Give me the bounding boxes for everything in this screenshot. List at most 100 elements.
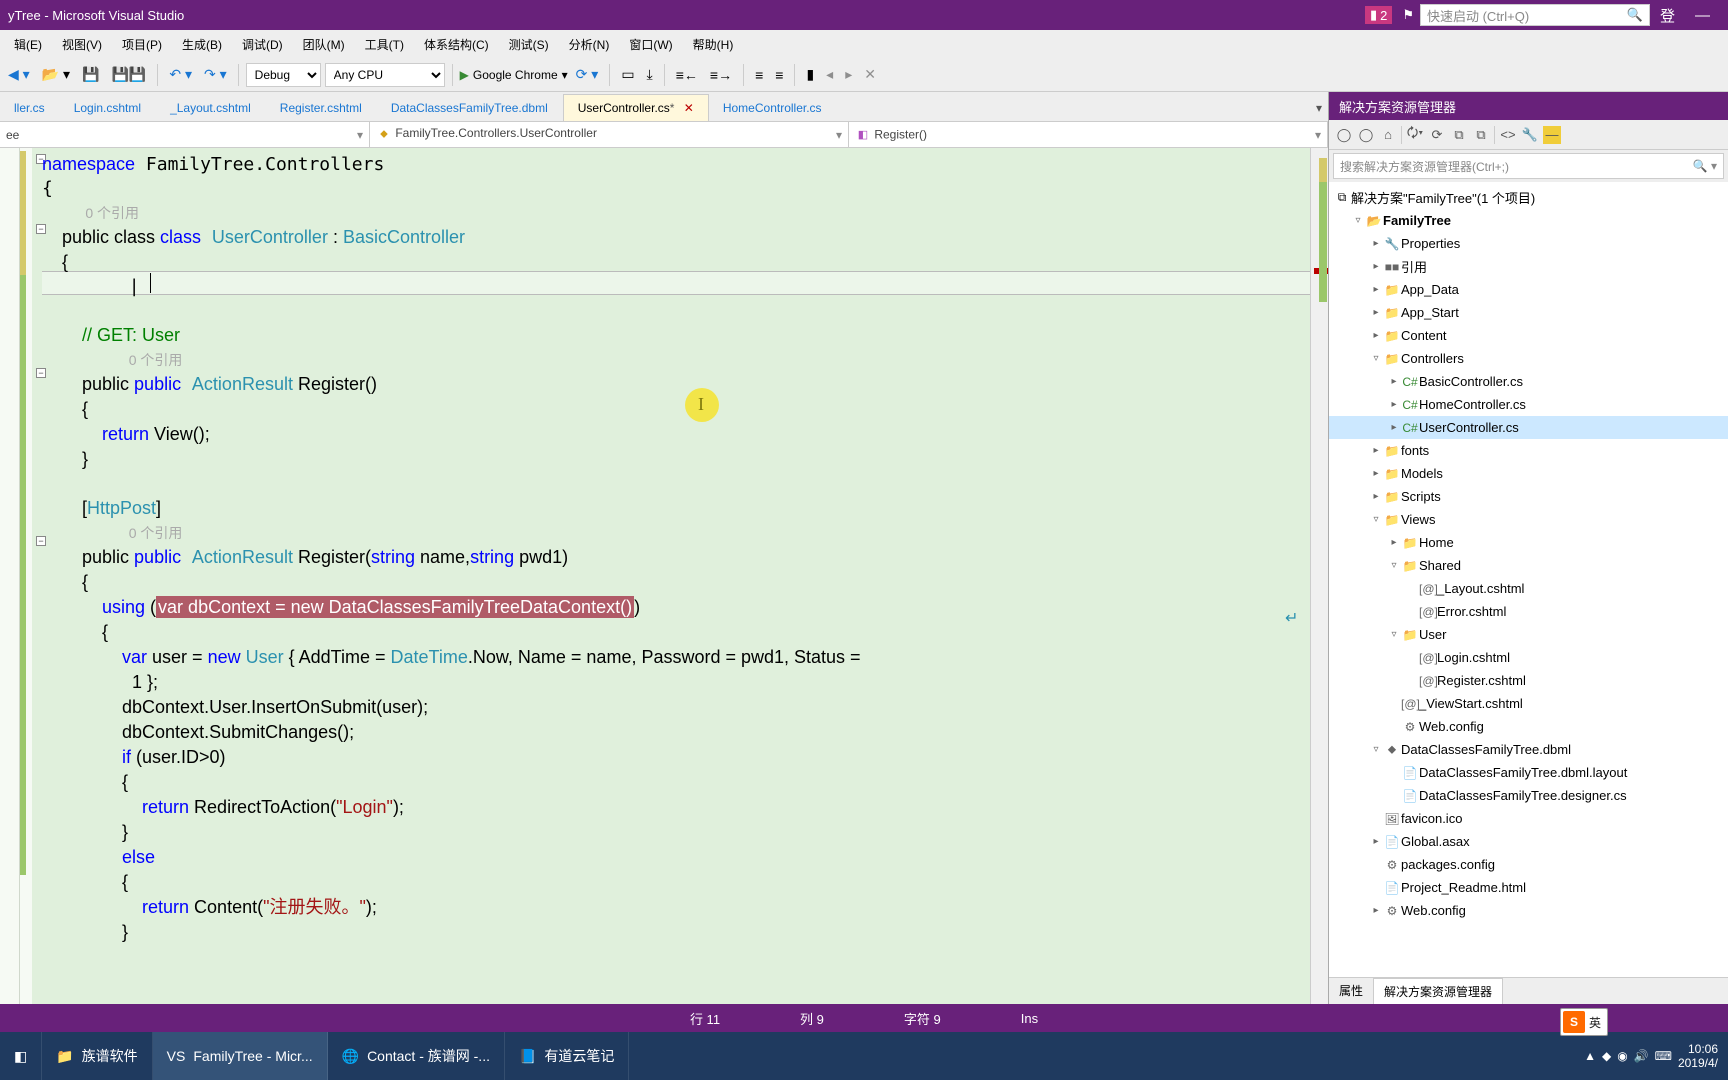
tree-item[interactable]: ▸📁Models	[1329, 462, 1728, 485]
menu-item[interactable]: 项目(P)	[112, 32, 172, 57]
minimize-button[interactable]: —	[1685, 7, 1720, 24]
solution-search-input[interactable]: 搜索解决方案资源管理器(Ctrl+;)🔍 ▾	[1333, 153, 1724, 179]
notification-badge[interactable]: ▮2	[1365, 6, 1392, 24]
highlight-active-icon[interactable]: —	[1543, 126, 1561, 144]
tree-item[interactable]: ▸🔧Properties	[1329, 232, 1728, 255]
tree-item[interactable]: ▸⚙Web.config	[1329, 899, 1728, 922]
editor-tab[interactable]: DataClassesFamilyTree.dbml	[377, 95, 563, 121]
tray-sound-icon[interactable]: 🔊	[1634, 1049, 1649, 1063]
tree-item[interactable]: ▸📁fonts	[1329, 439, 1728, 462]
code-icon[interactable]: <>	[1499, 126, 1517, 144]
solution-root[interactable]: ⧉解决方案"FamilyTree"(1 个项目)	[1329, 186, 1728, 209]
menu-item[interactable]: 帮助(H)	[683, 32, 744, 57]
tree-item[interactable]: ·[@]Error.cshtml	[1329, 600, 1728, 623]
tree-item[interactable]: ·🖼favicon.ico	[1329, 807, 1728, 830]
tree-item[interactable]: ▸📁Scripts	[1329, 485, 1728, 508]
menu-item[interactable]: 视图(V)	[52, 32, 112, 57]
tree-item[interactable]: ▿📁Shared	[1329, 554, 1728, 577]
tab-overflow-button[interactable]: ▾	[1310, 95, 1328, 121]
bm-prev-icon[interactable]: ◂	[822, 64, 837, 85]
tree-item[interactable]: ▿📂FamilyTree	[1329, 209, 1728, 232]
uncomment-icon[interactable]: ≡	[771, 65, 787, 85]
sync-icon[interactable]: 🗘▾	[1406, 126, 1424, 144]
bm-clear-icon[interactable]: ✕	[860, 64, 880, 85]
tree-item[interactable]: ▸📁App_Data	[1329, 278, 1728, 301]
tree-item[interactable]: ·[@]Login.cshtml	[1329, 646, 1728, 669]
editor-tab[interactable]: ller.cs	[0, 95, 60, 121]
taskbar-item[interactable]: 📘有道云笔记	[505, 1032, 629, 1080]
bookmark-icon[interactable]: ▮	[802, 64, 818, 85]
tree-item[interactable]: ▸📁App_Start	[1329, 301, 1728, 324]
tree-item[interactable]: ·[@]Register.cshtml	[1329, 669, 1728, 692]
menu-item[interactable]: 测试(S)	[499, 32, 559, 57]
tray-net-icon[interactable]: ◆	[1602, 1049, 1611, 1063]
tab-properties[interactable]: 属性	[1329, 978, 1373, 1004]
tray-clock[interactable]: 10:062019/4/	[1678, 1042, 1718, 1070]
editor-tab[interactable]: UserController.cs* ✕	[563, 94, 709, 122]
menu-item[interactable]: 团队(M)	[293, 32, 355, 57]
undo-button[interactable]: ↶ ▾	[165, 64, 196, 85]
collapse-icon[interactable]: ⧉	[1450, 126, 1468, 144]
tree-item[interactable]: ·⚙packages.config	[1329, 853, 1728, 876]
start-button[interactable]: ◧	[0, 1032, 42, 1080]
menu-item[interactable]: 调试(D)	[232, 32, 293, 57]
tree-item[interactable]: ▸■■引用	[1329, 255, 1728, 278]
home-icon[interactable]: ⌂	[1379, 126, 1397, 144]
code-editor[interactable]: − − − − ↵ namespace FamilyTree.Controlle…	[0, 148, 1328, 1004]
step-over-icon[interactable]: ⤓	[643, 64, 657, 85]
refresh-icon[interactable]: ⟳ ▾	[572, 64, 603, 85]
tree-item[interactable]: ▸📁Content	[1329, 324, 1728, 347]
fwd-icon[interactable]: ◯	[1357, 126, 1375, 144]
indent-less-icon[interactable]: ≡←	[672, 65, 702, 85]
comment-icon[interactable]: ≡	[751, 65, 767, 85]
nav-member-combo[interactable]: ◧ Register()▾	[849, 122, 1328, 147]
quick-launch-input[interactable]: 快速启动 (Ctrl+Q) 🔍	[1420, 4, 1650, 26]
taskbar-item[interactable]: VSFamilyTree - Micr...	[153, 1032, 328, 1080]
editor-tab[interactable]: HomeController.cs	[709, 95, 837, 121]
nav-project-combo[interactable]: ee▾	[0, 122, 370, 147]
back-icon[interactable]: ◯	[1335, 126, 1353, 144]
tree-item[interactable]: ▸📁Home	[1329, 531, 1728, 554]
editor-tab[interactable]: Login.cshtml	[60, 95, 156, 121]
login-button[interactable]: 登	[1650, 5, 1685, 26]
tree-item[interactable]: ▸C#UserController.cs	[1329, 416, 1728, 439]
tree-item[interactable]: ▸📄Global.asax	[1329, 830, 1728, 853]
tree-item[interactable]: ▿📁Views	[1329, 508, 1728, 531]
tree-item[interactable]: ·⚙Web.config	[1329, 715, 1728, 738]
save-all-button[interactable]: 💾💾	[107, 64, 150, 85]
properties-icon[interactable]: 🔧	[1521, 126, 1539, 144]
tree-item[interactable]: ▸C#BasicController.cs	[1329, 370, 1728, 393]
step-icon[interactable]: ▭	[617, 64, 638, 85]
editor-tab[interactable]: Register.cshtml	[266, 95, 377, 121]
bm-next-icon[interactable]: ▸	[841, 64, 856, 85]
editor-tab[interactable]: _Layout.cshtml	[156, 95, 266, 121]
solution-tree[interactable]: ⧉解决方案"FamilyTree"(1 个项目) ▿📂FamilyTree▸🔧P…	[1329, 182, 1728, 977]
platform-dropdown[interactable]: Any CPU	[325, 63, 445, 87]
nav-class-combo[interactable]: ⬥ FamilyTree.Controllers.UserController▾	[370, 122, 849, 147]
tree-item[interactable]: ▿⬥DataClassesFamilyTree.dbml	[1329, 738, 1728, 761]
taskbar-item[interactable]: 📁族谱软件	[42, 1032, 152, 1080]
tree-item[interactable]: ·[@]_ViewStart.cshtml	[1329, 692, 1728, 715]
redo-button[interactable]: ↷ ▾	[200, 64, 231, 85]
tree-item[interactable]: ·📄Project_Readme.html	[1329, 876, 1728, 899]
menu-item[interactable]: 辑(E)	[4, 32, 52, 57]
taskbar-item[interactable]: 🌐Contact - 族谱网 -...	[328, 1032, 505, 1080]
refresh-icon[interactable]: ⟳	[1428, 126, 1446, 144]
menu-item[interactable]: 生成(B)	[172, 32, 232, 57]
run-button[interactable]: ▶ Google Chrome ▾	[460, 68, 568, 82]
menu-item[interactable]: 分析(N)	[559, 32, 620, 57]
tree-item[interactable]: ·[@]_Layout.cshtml	[1329, 577, 1728, 600]
back-button[interactable]: ◀ ▾	[4, 64, 34, 85]
indent-more-icon[interactable]: ≡→	[706, 65, 736, 85]
tree-item[interactable]: ▿📁User	[1329, 623, 1728, 646]
tree-item[interactable]: ·📄DataClassesFamilyTree.dbml.layout	[1329, 761, 1728, 784]
new-project-button[interactable]: 📂 ▾	[38, 64, 74, 85]
tree-item[interactable]: ▿📁Controllers	[1329, 347, 1728, 370]
menu-item[interactable]: 体系结构(C)	[414, 32, 499, 57]
overview-scrollbar[interactable]	[1310, 148, 1328, 1004]
menu-item[interactable]: 窗口(W)	[619, 32, 682, 57]
system-tray[interactable]: ▲ ◆ ◉ 🔊 ⌨ 10:062019/4/	[1574, 1042, 1728, 1070]
tray-lang-icon[interactable]: ⌨	[1655, 1049, 1672, 1063]
menu-item[interactable]: 工具(T)	[355, 32, 414, 57]
feedback-icon[interactable]: ⚑	[1396, 7, 1420, 23]
